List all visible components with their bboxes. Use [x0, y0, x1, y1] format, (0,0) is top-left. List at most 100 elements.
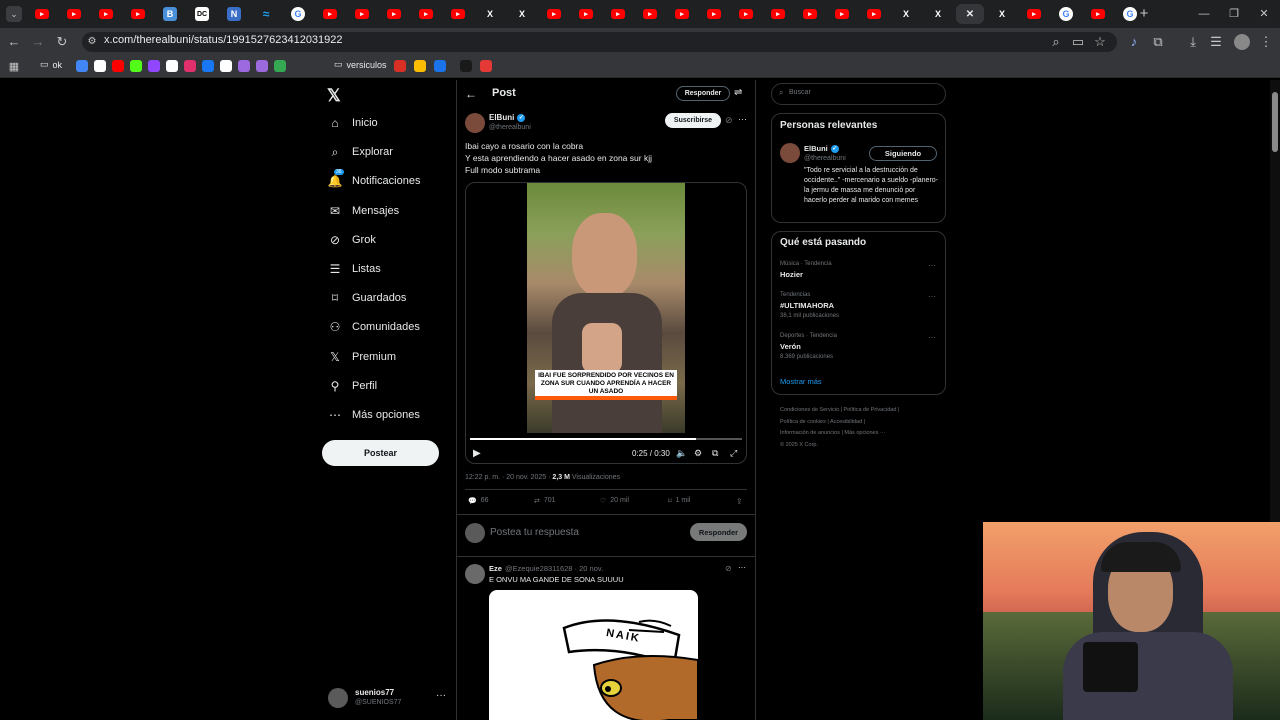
browser-tab[interactable]: G [1052, 4, 1080, 24]
profile-avatar[interactable] [1234, 34, 1250, 50]
reload-icon[interactable]: ↻ [54, 34, 70, 50]
drive-icon[interactable] [414, 60, 426, 72]
browser-tab[interactable]: ▸ [828, 4, 856, 24]
author-avatar[interactable] [465, 113, 485, 133]
sidebar-item-perfil[interactable]: ⚲ Perfil [328, 379, 377, 393]
browser-tab[interactable]: X [988, 4, 1016, 24]
settings-sliders-icon[interactable]: ⇌ [734, 87, 742, 98]
browser-tab[interactable]: DC [188, 4, 216, 24]
browser-tab[interactable]: ▸ [316, 4, 344, 24]
bookmark-icon[interactable] [256, 60, 268, 72]
browser-tab[interactable]: ▸ [92, 4, 120, 24]
trend-more-icon[interactable]: ··· [928, 292, 936, 301]
forward-arrow-icon[interactable]: → [30, 34, 46, 50]
trend-item[interactable]: Tendencias #ULTIMAHORA 38,1 mil publicacio… [780, 292, 940, 319]
back-arrow-icon[interactable]: ← [465, 87, 477, 101]
reading-list-icon[interactable]: ☰ [1208, 34, 1224, 50]
like-count[interactable]: ♡ 20 mil [600, 497, 629, 505]
footer-line[interactable]: Información de anuncios | Más opciones ·… [780, 428, 899, 440]
reply-more-icon[interactable]: ··· [738, 563, 746, 572]
account-avatar[interactable] [328, 688, 348, 708]
ln-icon[interactable] [434, 60, 446, 72]
header-reply-button[interactable]: Responder [676, 86, 730, 101]
following-button[interactable]: Siguiendo [869, 146, 937, 161]
bookmark-ok[interactable]: ▭ ok [40, 59, 62, 70]
sidebar-item-comunidades[interactable]: ⚇ Comunidades [328, 320, 420, 334]
browser-tab[interactable]: B [156, 4, 184, 24]
kick-icon[interactable] [130, 60, 142, 72]
sidebar-item-explorar[interactable]: ⌕ Explorar [328, 145, 393, 159]
bookmark-icon[interactable] [238, 60, 250, 72]
browser-tab[interactable]: ▸ [796, 4, 824, 24]
browser-tab[interactable]: ▸ [60, 4, 88, 24]
play-icon[interactable]: ▶ [473, 448, 481, 459]
zoom-icon[interactable]: ⌕ [1048, 34, 1064, 50]
browser-tab[interactable]: ▸ [412, 4, 440, 24]
browser-tab[interactable]: ▸ [124, 4, 152, 24]
grok-icon[interactable]: ⊘ [725, 115, 733, 126]
repost-count[interactable]: ⇄ 701 [534, 497, 556, 505]
video-settings-icon[interactable]: ⚙ [694, 448, 702, 459]
volume-icon[interactable]: 🔈 [676, 448, 687, 459]
sidebar-item-mensajes[interactable]: ✉ Mensajes [328, 204, 399, 218]
author-name-row[interactable]: ElBuni ✓ [489, 113, 526, 122]
flag-icon[interactable] [480, 60, 492, 72]
tiktok-icon[interactable] [220, 60, 232, 72]
x-logo-icon[interactable]: 𝕏 [327, 86, 341, 106]
site-info-icon[interactable]: ⚙ [84, 34, 100, 50]
post-more-icon[interactable]: ··· [738, 114, 747, 124]
mail-icon[interactable] [394, 60, 406, 72]
browser-tab[interactable]: ▸ [348, 4, 376, 24]
browser-tab[interactable]: ▸ [732, 4, 760, 24]
browser-tab[interactable]: ▸ [444, 4, 472, 24]
scrollbar-thumb[interactable] [1272, 92, 1278, 152]
browser-tab[interactable]: ▸ [1020, 4, 1048, 24]
sidebar-item-inicio[interactable]: ⌂ Inicio [328, 116, 377, 130]
browser-tab[interactable]: N [220, 4, 248, 24]
back-arrow-icon[interactable]: ← [6, 34, 22, 50]
browser-tab[interactable]: ▸ [700, 4, 728, 24]
browser-tab[interactable]: ▸ [540, 4, 568, 24]
grok-icon[interactable]: ⊘ [725, 564, 732, 573]
sidebar-item-listas[interactable]: ☰ Listas [328, 262, 381, 276]
twitch-icon[interactable] [148, 60, 160, 72]
browser-tab[interactable]: ▸ [28, 4, 56, 24]
trend-more-icon[interactable]: ··· [928, 261, 936, 270]
reply-author-avatar[interactable] [465, 564, 485, 584]
download-icon[interactable]: ⤓ [1185, 34, 1201, 50]
browser-tab[interactable]: X [892, 4, 920, 24]
instagram-icon[interactable] [184, 60, 196, 72]
pip-icon[interactable]: ⧉ [712, 448, 718, 459]
youtube-icon[interactable] [112, 60, 124, 72]
trend-item[interactable]: Música · Tendencia Hozier ··· [780, 261, 940, 279]
audio-icon[interactable]: ♪ [1126, 34, 1142, 50]
browser-tab[interactable]: ▸ [604, 4, 632, 24]
reply-count[interactable]: 💬 66 [468, 497, 489, 505]
browser-tab[interactable]: ✕ [956, 4, 984, 24]
facebook-icon[interactable] [202, 60, 214, 72]
cast-icon[interactable]: ▭ [1070, 34, 1086, 50]
relevant-name-row[interactable]: ElBuni ✓ [804, 144, 839, 153]
reply-author-row[interactable]: Eze @Ezequie28311628 · 20 nov. [489, 564, 603, 573]
reply-submit-button[interactable]: Responder [690, 523, 747, 541]
sidebar-item-notificaciones[interactable]: 🔔 36 Notificaciones [328, 169, 420, 188]
browser-tab[interactable]: ▸ [380, 4, 408, 24]
browser-tab[interactable]: ▸ [636, 4, 664, 24]
sidebar-item-grok[interactable]: ⊘ Grok [328, 233, 376, 247]
browser-tab[interactable]: ▸ [860, 4, 888, 24]
sidebar-item-premium[interactable]: 𝕏 Premium [328, 350, 396, 364]
sidebar-item-más-opciones[interactable]: ⋯ Más opciones [328, 408, 420, 422]
browser-tab[interactable]: X [508, 4, 536, 24]
openai-icon[interactable] [94, 60, 106, 72]
tab-search-chevron-icon[interactable]: ⌄ [6, 6, 22, 22]
browser-tab[interactable]: ▸ [572, 4, 600, 24]
menu-kebab-icon[interactable]: ⋮ [1258, 34, 1274, 50]
minimize-icon[interactable]: — [1196, 6, 1212, 22]
bookmark-count[interactable]: ⌑ 1 mil [668, 497, 690, 505]
footer-line[interactable]: Política de cookies | Accesibilidad | [780, 417, 899, 429]
apps-grid-icon[interactable]: ▦ [6, 59, 22, 75]
sidebar-item-guardados[interactable]: ⌑ Guardados [328, 291, 407, 305]
bookmark-icon[interactable] [460, 60, 472, 72]
restore-icon[interactable]: ❐ [1226, 6, 1242, 22]
gemini-icon[interactable] [76, 60, 88, 72]
